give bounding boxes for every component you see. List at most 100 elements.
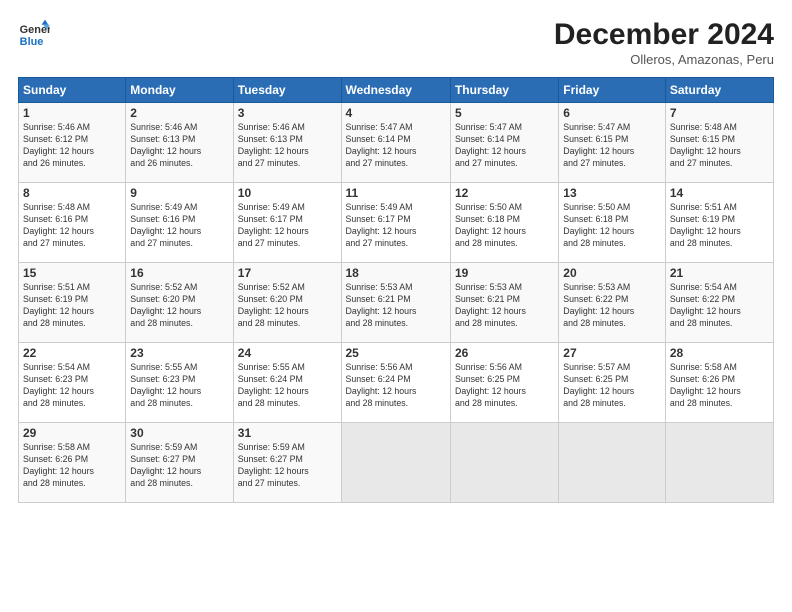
page: General Blue December 2024 Olleros, Amaz…	[0, 0, 792, 612]
calendar-cell: 8 Sunrise: 5:48 AM Sunset: 6:16 PM Daylig…	[19, 183, 126, 263]
calendar-cell: 28Sunrise: 5:58 AM Sunset: 6:26 PM Dayli…	[665, 343, 773, 423]
calendar-cell: 16 Sunrise: 5:52 AM Sunset: 6:20 PM Dayli…	[126, 263, 233, 343]
day-info: Sunrise: 5:47 AM Sunset: 6:15 PM Dayligh…	[563, 122, 661, 170]
svg-text:Blue: Blue	[20, 36, 44, 48]
day-number: 20	[563, 266, 661, 280]
calendar-cell: 11Sunrise: 5:49 AM Sunset: 6:17 PM Dayli…	[341, 183, 450, 263]
day-number: 4	[346, 106, 446, 120]
col-header-tuesday: Tuesday	[233, 78, 341, 103]
calendar-cell: 7 Sunrise: 5:48 AM Sunset: 6:15 PM Daylig…	[665, 103, 773, 183]
calendar-cell: 15 Sunrise: 5:51 AM Sunset: 6:19 PM Dayli…	[19, 263, 126, 343]
day-number: 8	[23, 186, 121, 200]
day-number: 10	[238, 186, 337, 200]
day-number: 24	[238, 346, 337, 360]
day-number: 23	[130, 346, 228, 360]
calendar-cell: 14 Sunrise: 5:51 AM Sunset: 6:19 PM Dayli…	[665, 183, 773, 263]
day-number: 31	[238, 426, 337, 440]
day-number: 18	[346, 266, 446, 280]
calendar-cell: 9 Sunrise: 5:49 AM Sunset: 6:16 PM Daylig…	[126, 183, 233, 263]
calendar-cell: 3 Sunrise: 5:46 AM Sunset: 6:13 PM Daylig…	[233, 103, 341, 183]
calendar-cell: 21 Sunrise: 5:54 AM Sunset: 6:22 PM Dayli…	[665, 263, 773, 343]
calendar-cell: 23 Sunrise: 5:55 AM Sunset: 6:23 PM Dayli…	[126, 343, 233, 423]
day-number: 27	[563, 346, 661, 360]
day-number: 22	[23, 346, 121, 360]
location-subtitle: Olleros, Amazonas, Peru	[554, 52, 774, 67]
calendar-cell: 25Sunrise: 5:56 AM Sunset: 6:24 PM Dayli…	[341, 343, 450, 423]
day-number: 19	[455, 266, 554, 280]
month-title: December 2024	[554, 18, 774, 52]
day-info: Sunrise: 5:48 AM Sunset: 6:15 PM Dayligh…	[670, 122, 769, 170]
calendar-cell: 12Sunrise: 5:50 AM Sunset: 6:18 PM Dayli…	[450, 183, 558, 263]
day-info: Sunrise: 5:51 AM Sunset: 6:19 PM Dayligh…	[670, 202, 769, 250]
calendar-cell: 13Sunrise: 5:50 AM Sunset: 6:18 PM Dayli…	[559, 183, 666, 263]
day-info: Sunrise: 5:54 AM Sunset: 6:22 PM Dayligh…	[670, 282, 769, 330]
day-number: 1	[23, 106, 121, 120]
day-info: Sunrise: 5:57 AM Sunset: 6:25 PM Dayligh…	[563, 362, 661, 410]
col-header-thursday: Thursday	[450, 78, 558, 103]
day-number: 21	[670, 266, 769, 280]
day-info: Sunrise: 5:53 AM Sunset: 6:22 PM Dayligh…	[563, 282, 661, 330]
logo: General Blue	[18, 18, 50, 50]
day-info: Sunrise: 5:49 AM Sunset: 6:17 PM Dayligh…	[238, 202, 337, 250]
day-info: Sunrise: 5:52 AM Sunset: 6:20 PM Dayligh…	[130, 282, 228, 330]
col-header-monday: Monday	[126, 78, 233, 103]
day-number: 30	[130, 426, 228, 440]
day-info: Sunrise: 5:55 AM Sunset: 6:23 PM Dayligh…	[130, 362, 228, 410]
day-number: 6	[563, 106, 661, 120]
day-info: Sunrise: 5:52 AM Sunset: 6:20 PM Dayligh…	[238, 282, 337, 330]
calendar-cell: 29 Sunrise: 5:58 AM Sunset: 6:26 PM Dayli…	[19, 423, 126, 503]
calendar-cell: 31 Sunrise: 5:59 AM Sunset: 6:27 PM Dayli…	[233, 423, 341, 503]
calendar-cell: 20 Sunrise: 5:53 AM Sunset: 6:22 PM Dayli…	[559, 263, 666, 343]
day-info: Sunrise: 5:46 AM Sunset: 6:13 PM Dayligh…	[238, 122, 337, 170]
col-header-wednesday: Wednesday	[341, 78, 450, 103]
day-info: Sunrise: 5:59 AM Sunset: 6:27 PM Dayligh…	[130, 442, 228, 490]
calendar-cell: 5 Sunrise: 5:47 AM Sunset: 6:14 PM Daylig…	[450, 103, 558, 183]
day-number: 17	[238, 266, 337, 280]
day-info: Sunrise: 5:46 AM Sunset: 6:13 PM Dayligh…	[130, 122, 228, 170]
calendar-cell: 1 Sunrise: 5:46 AM Sunset: 6:12 PM Daylig…	[19, 103, 126, 183]
calendar-cell: 27 Sunrise: 5:57 AM Sunset: 6:25 PM Dayli…	[559, 343, 666, 423]
calendar-cell: 18 Sunrise: 5:53 AM Sunset: 6:21 PM Dayli…	[341, 263, 450, 343]
calendar-cell	[341, 423, 450, 503]
col-header-sunday: Sunday	[19, 78, 126, 103]
day-number: 3	[238, 106, 337, 120]
col-header-saturday: Saturday	[665, 78, 773, 103]
calendar-cell: 2 Sunrise: 5:46 AM Sunset: 6:13 PM Daylig…	[126, 103, 233, 183]
day-info: Sunrise: 5:59 AM Sunset: 6:27 PM Dayligh…	[238, 442, 337, 490]
day-number: 14	[670, 186, 769, 200]
day-number: 12	[455, 186, 554, 200]
day-info: Sunrise: 5:47 AM Sunset: 6:14 PM Dayligh…	[346, 122, 446, 170]
calendar-cell	[559, 423, 666, 503]
col-header-friday: Friday	[559, 78, 666, 103]
day-number: 16	[130, 266, 228, 280]
day-info: Sunrise: 5:58 AM Sunset: 6:26 PM Dayligh…	[23, 442, 121, 490]
day-info: Sunrise: 5:50 AM Sunset: 6:18 PM Dayligh…	[563, 202, 661, 250]
day-info: Sunrise: 5:54 AM Sunset: 6:23 PM Dayligh…	[23, 362, 121, 410]
day-number: 7	[670, 106, 769, 120]
header: General Blue December 2024 Olleros, Amaz…	[18, 18, 774, 67]
day-number: 26	[455, 346, 554, 360]
calendar-cell: 19 Sunrise: 5:53 AM Sunset: 6:21 PM Dayli…	[450, 263, 558, 343]
day-number: 9	[130, 186, 228, 200]
day-info: Sunrise: 5:48 AM Sunset: 6:16 PM Dayligh…	[23, 202, 121, 250]
calendar-cell: 4 Sunrise: 5:47 AM Sunset: 6:14 PM Daylig…	[341, 103, 450, 183]
calendar-cell: 30 Sunrise: 5:59 AM Sunset: 6:27 PM Dayli…	[126, 423, 233, 503]
day-info: Sunrise: 5:56 AM Sunset: 6:25 PM Dayligh…	[455, 362, 554, 410]
title-area: December 2024 Olleros, Amazonas, Peru	[554, 18, 774, 67]
calendar-cell: 26 Sunrise: 5:56 AM Sunset: 6:25 PM Dayli…	[450, 343, 558, 423]
day-number: 2	[130, 106, 228, 120]
day-info: Sunrise: 5:46 AM Sunset: 6:12 PM Dayligh…	[23, 122, 121, 170]
calendar-cell: 24Sunrise: 5:55 AM Sunset: 6:24 PM Dayli…	[233, 343, 341, 423]
day-number: 5	[455, 106, 554, 120]
day-number: 29	[23, 426, 121, 440]
day-info: Sunrise: 5:53 AM Sunset: 6:21 PM Dayligh…	[346, 282, 446, 330]
day-info: Sunrise: 5:53 AM Sunset: 6:21 PM Dayligh…	[455, 282, 554, 330]
day-info: Sunrise: 5:58 AM Sunset: 6:26 PM Dayligh…	[670, 362, 769, 410]
day-info: Sunrise: 5:56 AM Sunset: 6:24 PM Dayligh…	[346, 362, 446, 410]
day-info: Sunrise: 5:47 AM Sunset: 6:14 PM Dayligh…	[455, 122, 554, 170]
day-info: Sunrise: 5:51 AM Sunset: 6:19 PM Dayligh…	[23, 282, 121, 330]
calendar-cell: 6 Sunrise: 5:47 AM Sunset: 6:15 PM Daylig…	[559, 103, 666, 183]
calendar-cell: 10 Sunrise: 5:49 AM Sunset: 6:17 PM Dayli…	[233, 183, 341, 263]
day-info: Sunrise: 5:49 AM Sunset: 6:16 PM Dayligh…	[130, 202, 228, 250]
day-number: 15	[23, 266, 121, 280]
